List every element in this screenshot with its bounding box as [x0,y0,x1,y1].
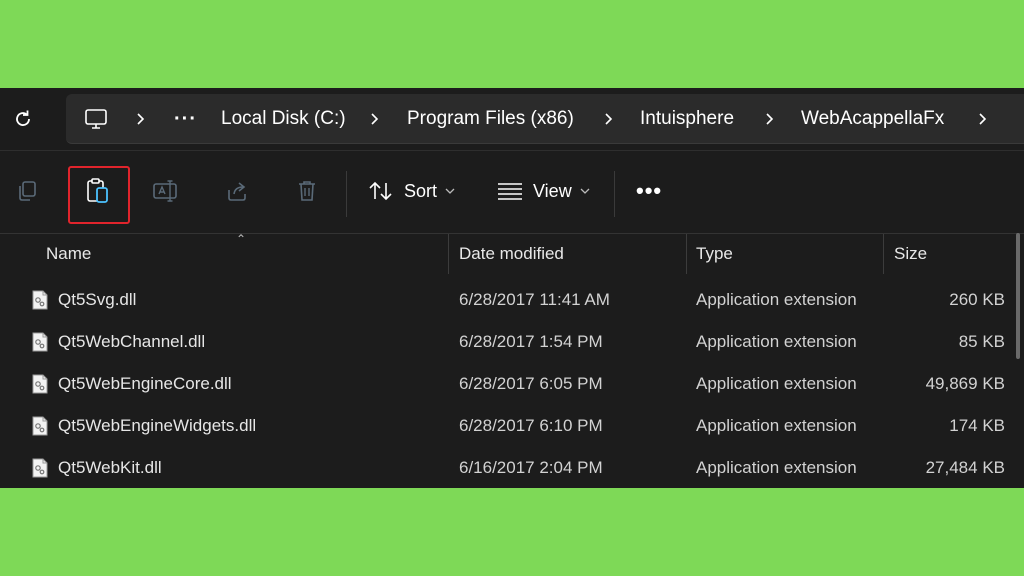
breadcrumb-chevron-icon[interactable] [976,94,988,144]
file-row[interactable]: Qt5WebKit.dll 6/16/2017 2:04 PM Applicat… [0,447,1024,488]
column-divider[interactable] [883,234,884,274]
breadcrumb-webacappellafx[interactable]: WebAcappellaFx [801,94,944,144]
breadcrumb-chevron-icon[interactable] [763,94,775,144]
file-size: 85 KB [958,332,1005,351]
dll-file-icon [32,458,48,478]
file-name: Qt5WebChannel.dll [58,332,206,351]
file-row[interactable]: Qt5WebChannel.dll 6/28/2017 1:54 PM Appl… [0,321,1024,363]
breadcrumb-chevron-icon[interactable] [368,94,380,144]
refresh-button[interactable] [6,102,40,136]
refresh-icon [16,110,30,126]
delete-button[interactable] [277,165,337,217]
column-header-name[interactable]: Name [46,234,91,274]
share-icon [228,182,246,201]
file-type: Application extension [696,416,857,435]
more-options-icon: ••• [636,178,663,203]
chevron-down-icon [445,188,455,194]
file-type: Application extension [696,374,857,393]
this-pc-button[interactable] [84,94,108,144]
view-label: View [533,180,572,201]
view-button[interactable]: View [497,165,590,217]
file-type: Application extension [696,458,857,477]
column-divider[interactable] [686,234,687,274]
breadcrumb-intuisphere[interactable]: Intuisphere [640,94,734,144]
column-header-size[interactable]: Size [894,234,927,274]
breadcrumb-program-files[interactable]: Program Files (x86) [407,94,574,144]
breadcrumb-overflow-button[interactable]: ··· [174,94,197,144]
breadcrumb-chevron-icon[interactable] [134,94,146,144]
share-button[interactable] [207,165,267,217]
monitor-icon [85,109,107,129]
column-header-type[interactable]: Type [696,234,733,274]
dll-file-icon [32,332,48,352]
file-name: Qt5Svg.dll [58,290,137,309]
file-row[interactable]: Qt5WebEngineWidgets.dll 6/28/2017 6:10 P… [0,405,1024,447]
breadcrumb-chevron-icon[interactable] [602,94,614,144]
file-name: Qt5WebKit.dll [58,458,162,477]
file-date: 6/16/2017 2:04 PM [459,458,603,477]
toolbar-divider [346,171,347,217]
file-row[interactable]: Qt5WebEngineCore.dll 6/28/2017 6:05 PM A… [0,363,1024,405]
toolbar-divider [614,171,615,217]
file-size: 260 KB [949,290,1005,309]
file-row[interactable]: Qt5Svg.dll 6/28/2017 11:41 AM Applicatio… [0,279,1024,321]
file-date: 6/28/2017 1:54 PM [459,332,603,351]
column-header-date[interactable]: Date modified [459,234,564,274]
rename-button[interactable] [136,165,196,217]
copy-icon [19,181,36,201]
sort-ascending-icon: ⌃ [236,232,247,246]
view-list-icon [498,183,522,200]
dll-file-icon [32,290,48,310]
paste-button-highlight [68,166,130,224]
file-date: 6/28/2017 6:05 PM [459,374,603,393]
file-explorer-window: ··· Local Disk (C:) Program Files (x86) … [0,88,1024,488]
more-options-button[interactable]: ••• [636,165,662,217]
file-name: Qt5WebEngineCore.dll [58,374,232,393]
chevron-down-icon [580,188,590,194]
rename-icon [153,180,177,202]
dll-file-icon [32,374,48,394]
sort-icon [369,181,392,201]
copy-button[interactable] [0,165,57,217]
command-bar: Sort View ••• [0,150,1024,232]
sort-label: Sort [404,180,438,201]
column-divider[interactable] [448,234,449,274]
sort-button[interactable]: Sort [368,165,455,217]
dll-file-icon [32,416,48,436]
address-bar-row: ··· Local Disk (C:) Program Files (x86) … [0,88,1024,150]
file-type: Application extension [696,332,857,351]
file-size: 174 KB [949,416,1005,435]
address-bar[interactable]: ··· Local Disk (C:) Program Files (x86) … [66,94,1024,144]
trash-icon [299,181,315,201]
file-size: 49,869 KB [925,374,1005,393]
file-size: 27,484 KB [925,458,1005,477]
column-header-row: ⌃ Name Date modified Type Size [0,232,1024,274]
file-date: 6/28/2017 11:41 AM [459,290,610,309]
file-date: 6/28/2017 6:10 PM [459,416,603,435]
breadcrumb-local-disk[interactable]: Local Disk (C:) [221,94,346,144]
file-name: Qt5WebEngineWidgets.dll [58,416,257,435]
file-type: Application extension [696,290,857,309]
